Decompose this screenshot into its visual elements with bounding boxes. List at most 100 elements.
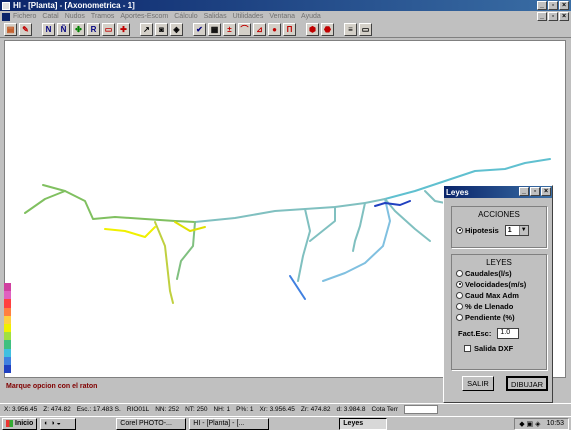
option-radio-2[interactable]: [456, 291, 463, 299]
fact-esc-input[interactable]: 1.0: [497, 328, 520, 339]
restore-button[interactable]: ▫: [548, 1, 558, 10]
legend-swatch-6: [4, 332, 11, 341]
doc-minimize-button[interactable]: _: [537, 12, 547, 21]
option-label-3: % de Llenado: [465, 301, 514, 311]
arc-icon[interactable]: ⌒: [238, 23, 251, 36]
menu-ventana[interactable]: Ventana: [269, 13, 295, 20]
start-button[interactable]: Inicio: [2, 417, 38, 430]
app-titlebar: HI - [Planta] - [Axonometrica - 1] _ ▫ ×: [0, 0, 571, 11]
stop-icon[interactable]: ⬢: [306, 23, 319, 36]
fact-esc-label: Fact.Esc:: [458, 329, 492, 338]
node-n-icon[interactable]: N: [42, 23, 55, 36]
task-hi-planta[interactable]: HI - [Planta] - [...: [189, 417, 270, 430]
menu-calculo[interactable]: Cálculo: [174, 13, 197, 20]
legend-swatch-2: [4, 299, 11, 308]
salida-dxf-checkbox[interactable]: [464, 345, 471, 352]
leyes-group: LEYES Caudales(l/s) Velocidades(m/s) Cau…: [451, 254, 547, 370]
option-radio-1[interactable]: [456, 280, 463, 288]
legend-swatch-0: [4, 283, 11, 292]
circle-icon[interactable]: ●: [268, 23, 281, 36]
quicklaunch[interactable]: ◐ ◑ ◒: [40, 417, 77, 430]
task-leyes[interactable]: Leyes: [339, 417, 388, 430]
dialog-minimize-button[interactable]: _: [519, 187, 529, 196]
tool-icon[interactable]: ↗: [140, 23, 153, 36]
menu-tramos[interactable]: Tramos: [91, 13, 114, 20]
window-icon[interactable]: ▭: [359, 23, 372, 36]
hipotesis-label: Hipotesis: [465, 225, 499, 235]
task-corel[interactable]: Corel PHOTO-...: [116, 417, 187, 430]
option-radio-4[interactable]: [456, 313, 463, 321]
bridge-icon[interactable]: Π: [283, 23, 296, 36]
network-pipe-branch-3: [174, 221, 206, 232]
calc-icon[interactable]: ▦: [208, 23, 221, 36]
network-pipe-branch-9: [322, 198, 391, 282]
menu-ayuda[interactable]: Ayuda: [301, 13, 321, 20]
node-r-icon[interactable]: ✤: [72, 23, 85, 36]
close-button[interactable]: ×: [559, 1, 569, 10]
legend-swatch-7: [4, 340, 11, 349]
option-radio-0[interactable]: [456, 269, 463, 277]
coord-nh: NH: 1: [213, 406, 231, 413]
menu-aportes[interactable]: Aportes-Escom: [120, 13, 168, 20]
menubar: Fichero Catal Nudos Tramos Aportes-Escom…: [0, 11, 571, 22]
stop2-icon[interactable]: ⬣: [321, 23, 334, 36]
list-icon[interactable]: ≡: [344, 23, 357, 36]
window-title: HI - [Planta] - [Axonometrica - 1]: [13, 1, 135, 10]
legend-swatch-8: [4, 348, 11, 357]
option-label-4: Pendiente (%): [465, 312, 515, 322]
dialog-titlebar: Leyes _ ▫ ×: [444, 186, 552, 198]
dialog-close-button[interactable]: ×: [541, 187, 551, 196]
menu-utilidades[interactable]: Utilidades: [233, 13, 264, 20]
doc-close-button[interactable]: ×: [559, 12, 569, 21]
toolbar: ▤ ✎ N Ñ ✤ R ▭ ✚ ↗ ◙ ◈ ✔ ▦ ± ⌒ ⊿ ● Π ⬢ ⬣ …: [0, 22, 571, 38]
view3d-icon[interactable]: ◈: [170, 23, 183, 36]
coord-p: P%: 1: [236, 406, 254, 413]
acciones-group: ACCIONES Hipotesis 1 ▼: [451, 206, 547, 248]
salida-dxf-label: Salida DXF: [474, 344, 514, 353]
chevron-down-icon[interactable]: ▼: [518, 225, 528, 235]
network-pipe-branch-12: [424, 190, 446, 204]
coord-zr: Zr: 474.82: [300, 406, 331, 413]
doc-restore-button[interactable]: ▫: [548, 12, 558, 21]
pipe-icon[interactable]: ▭: [102, 23, 115, 36]
line-icon[interactable]: ±: [223, 23, 236, 36]
network-pipe-branch-10: [384, 198, 431, 242]
minimize-button[interactable]: _: [537, 1, 547, 10]
clock: 10:53: [546, 420, 564, 427]
start-label: Inicio: [15, 420, 34, 427]
leyes-dialog: Leyes _ ▫ × ACCIONES Hipotesis 1 ▼ LEYES…: [443, 185, 553, 403]
network-pipe-branch-8: [352, 202, 366, 252]
node-r2-icon[interactable]: R: [87, 23, 100, 36]
menu-nudos[interactable]: Nudos: [65, 13, 85, 20]
hipotesis-select[interactable]: 1 ▼: [504, 224, 529, 236]
network-pipe-main-middle: [194, 198, 386, 223]
shape-icon[interactable]: ⊿: [253, 23, 266, 36]
node-nt-icon[interactable]: Ñ: [57, 23, 70, 36]
option-radio-3[interactable]: [456, 302, 463, 310]
coord-d: d: 3.984.8: [336, 406, 366, 413]
coord-xr: Xr: 3.956.45: [259, 406, 295, 413]
menu-fichero[interactable]: Fichero: [13, 13, 36, 20]
legend-swatch-4: [4, 315, 11, 324]
option-label-1: Velocidades(m/s): [465, 279, 527, 289]
option-label-2: Caud Max Adm: [465, 290, 519, 300]
cota-terr-input[interactable]: [404, 405, 439, 414]
hipotesis-radio[interactable]: [456, 226, 463, 234]
menu-salidas[interactable]: Salidas: [204, 13, 227, 20]
coord-esc: Esc.: 17.483 S.: [76, 406, 121, 413]
windows-flag-icon: [6, 420, 13, 427]
check-icon[interactable]: ✔: [193, 23, 206, 36]
edit-icon[interactable]: ✎: [19, 23, 32, 36]
taskbar: Inicio ◐ ◑ ◒ Corel PHOTO-... HI - [Plant…: [0, 416, 571, 430]
coord-x: X: 3.956.45: [4, 406, 38, 413]
menu-catal[interactable]: Catal: [42, 13, 58, 20]
legend-swatch-5: [4, 323, 11, 333]
camera-icon[interactable]: ◙: [155, 23, 168, 36]
dialog-restore-button[interactable]: ▫: [530, 187, 540, 196]
salir-button[interactable]: SALIR: [462, 376, 494, 391]
tray-icons[interactable]: ◆ ▣ ◈: [519, 420, 540, 428]
legend-swatch-10: [4, 364, 11, 374]
printer-icon[interactable]: ▤: [4, 23, 17, 36]
cross-icon[interactable]: ✚: [117, 23, 130, 36]
dibujar-button[interactable]: DIBUJAR: [506, 376, 548, 391]
